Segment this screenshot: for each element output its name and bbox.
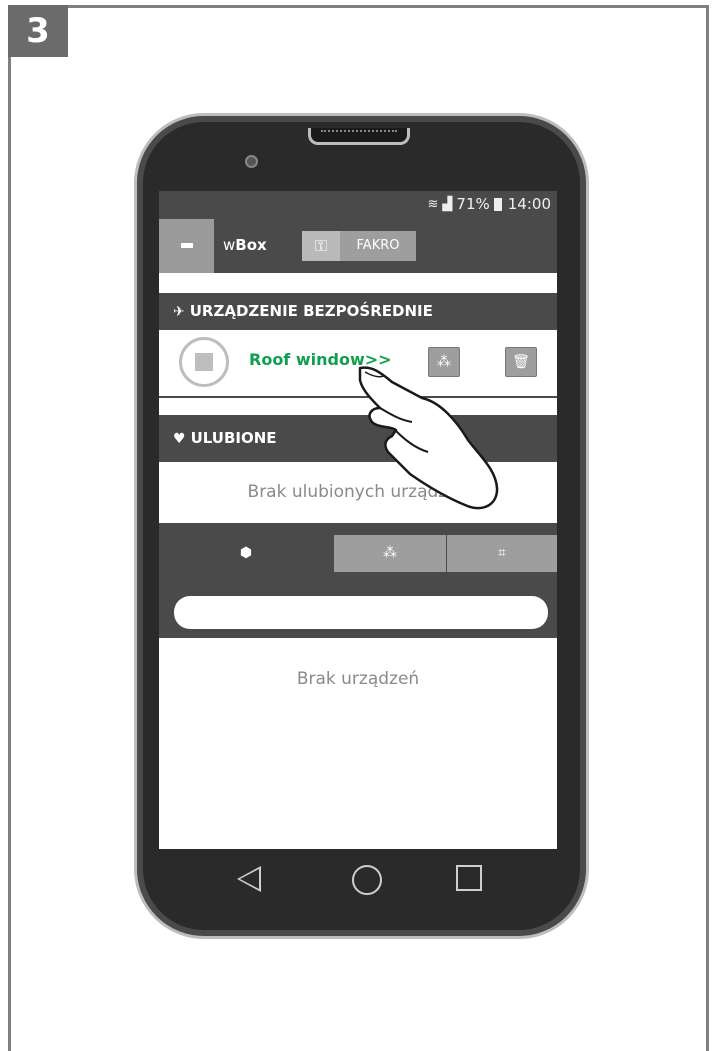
tab-single-devices[interactable]: ⬢	[159, 535, 333, 572]
tab-scenes[interactable]: ⌗	[447, 535, 557, 572]
scene-icon: ⌗	[498, 545, 506, 561]
pin-icon: ✈	[173, 304, 185, 320]
favorites-empty-text: Brak ulubionych urządzeń	[159, 462, 557, 523]
step-number: 3	[8, 5, 68, 57]
favorites-header: ♥ ULUBIONE	[159, 415, 557, 462]
add-to-group-button[interactable]: ⁂	[428, 347, 460, 377]
app-bar: wBox ⚿ FAKRO	[159, 219, 557, 273]
signal-icon: ▟	[442, 196, 453, 212]
home-icon[interactable]	[352, 865, 382, 895]
device-group-icon: ⁂	[383, 545, 397, 561]
stop-icon	[195, 353, 213, 371]
devices-empty-text: Brak urządzeń	[296, 669, 420, 689]
android-nav-bar	[159, 849, 557, 914]
battery-percent: 71%	[456, 195, 490, 213]
wifi-icon: ≋	[427, 196, 439, 212]
status-bar: ≋ ▟ 71% 14:00	[159, 191, 557, 219]
app-title: wBox	[223, 236, 267, 254]
tab-device-groups[interactable]: ⁂	[334, 535, 446, 572]
phone-screen: ≋ ▟ 71% 14:00 wBox ⚿ FAKRO ✈ URZĄDZENIE B…	[159, 191, 557, 849]
menu-icon	[181, 243, 193, 248]
menu-button[interactable]	[159, 219, 214, 273]
key-icon[interactable]: ⚿	[302, 231, 340, 261]
search-input[interactable]	[174, 596, 548, 629]
direct-device-row: Roof window>> ⁂ 🗑	[159, 330, 557, 398]
stop-button[interactable]	[179, 337, 229, 387]
delete-button[interactable]: 🗑	[505, 347, 537, 377]
back-icon[interactable]	[237, 866, 261, 892]
account-button[interactable]: FAKRO	[340, 231, 416, 261]
recent-apps-icon[interactable]	[456, 865, 482, 891]
camera-icon	[245, 155, 258, 168]
battery-icon	[493, 197, 502, 211]
direct-device-header: ✈ URZĄDZENIE BEZPOŚREDNIE	[159, 293, 557, 330]
clock: 14:00	[507, 195, 551, 213]
phone-speaker	[308, 128, 410, 145]
single-device-icon: ⬢	[239, 545, 253, 561]
device-link[interactable]: Roof window>>	[249, 350, 392, 369]
heart-icon: ♥	[173, 431, 186, 447]
devices-tab-area: ⬢ ⁂ ⌗	[159, 523, 557, 638]
